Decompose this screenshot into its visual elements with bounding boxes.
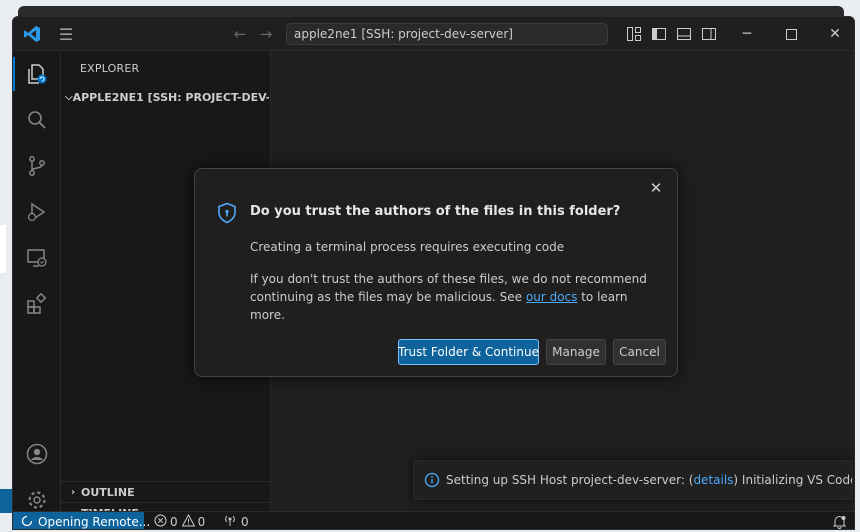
- sidebar-title: EXPLORER: [80, 62, 140, 75]
- forward-arrow-icon[interactable]: →: [255, 23, 277, 45]
- ssh-progress-notification: Setting up SSH Host project-dev-server: …: [413, 460, 853, 500]
- chevron-down-icon: ⌵: [65, 91, 73, 103]
- source-control-icon[interactable]: [13, 143, 61, 189]
- info-icon: [424, 472, 440, 488]
- remote-status-label: Opening Remote...: [38, 515, 151, 529]
- menu-hamburger-icon[interactable]: ☰: [55, 23, 77, 45]
- broadcast-icon: [223, 514, 237, 529]
- error-count: 0: [170, 515, 178, 529]
- our-docs-link[interactable]: our docs: [526, 290, 578, 304]
- remote-explorer-icon[interactable]: [13, 235, 61, 281]
- workspace-folder-label: APPLE2NE1 [SSH: PROJECT-DEV-SE...: [72, 90, 269, 104]
- toggle-secondary-sidebar-icon[interactable]: [700, 25, 718, 43]
- explorer-icon[interactable]: [13, 51, 61, 97]
- shield-icon: [217, 202, 237, 224]
- ports-indicator[interactable]: 0: [223, 512, 249, 529]
- desktop-strip: [0, 225, 6, 273]
- warning-count: 0: [197, 515, 206, 529]
- remote-indicator[interactable]: Opening Remote...: [13, 512, 150, 530]
- toggle-panel-icon[interactable]: [675, 25, 693, 43]
- maximize-icon[interactable]: [771, 21, 811, 47]
- ports-count: 0: [241, 515, 249, 529]
- cancel-button[interactable]: Cancel: [613, 339, 666, 365]
- minimize-icon[interactable]: ─: [727, 21, 767, 47]
- customize-layout-icon[interactable]: [625, 25, 643, 43]
- outline-section[interactable]: › OUTLINE: [61, 481, 271, 503]
- workspace-folder-header[interactable]: ⌵ APPLE2NE1 [SSH: PROJECT-DEV-SE...: [65, 87, 269, 107]
- close-icon[interactable]: ✕: [647, 179, 665, 197]
- dialog-title: Do you trust the authors of the files in…: [250, 204, 621, 219]
- problems-indicator[interactable]: 0 0: [154, 512, 206, 529]
- vscode-logo-icon: [23, 25, 41, 43]
- notification-text: Setting up SSH Host project-dev-server: …: [446, 473, 852, 487]
- back-arrow-icon[interactable]: ←: [229, 23, 251, 45]
- details-link[interactable]: details: [693, 473, 733, 487]
- status-bar: Opening Remote... 0 0 0: [13, 511, 854, 530]
- dialog-detail: If you don't trust the authors of these …: [250, 272, 647, 322]
- sync-spinner-icon: [21, 515, 33, 530]
- workspace-trust-dialog: ✕ Do you trust the authors of the files …: [194, 168, 678, 377]
- activity-bar: [13, 51, 61, 511]
- extensions-icon[interactable]: [13, 281, 61, 327]
- close-window-icon[interactable]: ✕: [815, 21, 854, 47]
- manage-button[interactable]: Manage: [546, 339, 606, 365]
- toggle-primary-sidebar-icon[interactable]: [650, 25, 668, 43]
- account-icon[interactable]: [13, 431, 61, 477]
- trust-folder-continue-button[interactable]: Trust Folder & Continue: [398, 339, 539, 365]
- title-bar: ☰ ← → apple2ne1 [SSH: project-dev-server…: [13, 17, 854, 51]
- warning-icon: [181, 513, 195, 529]
- notifications-bell-icon[interactable]: [833, 512, 846, 529]
- outline-label: OUTLINE: [81, 486, 135, 499]
- command-center[interactable]: apple2ne1 [SSH: project-dev-server]: [286, 23, 608, 45]
- dialog-message: Creating a terminal process requires exe…: [250, 240, 565, 254]
- error-icon: [154, 514, 167, 529]
- chevron-right-icon: ›: [70, 487, 76, 498]
- run-debug-icon[interactable]: [13, 189, 61, 235]
- search-icon[interactable]: [13, 97, 61, 143]
